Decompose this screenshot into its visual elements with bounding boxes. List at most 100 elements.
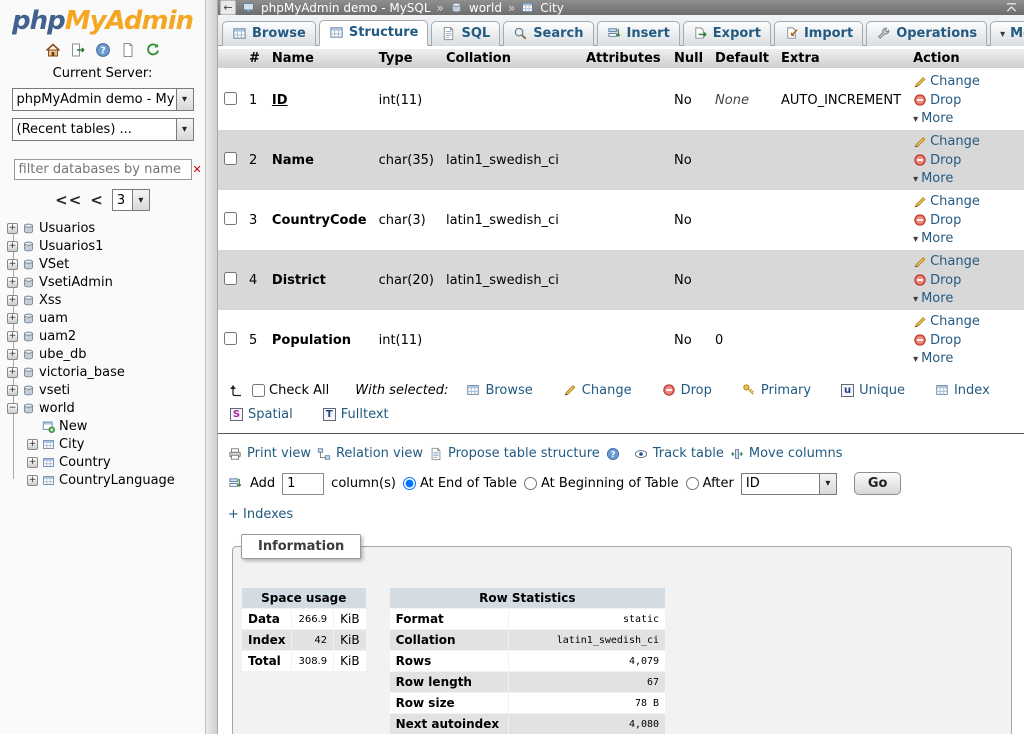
server-select[interactable]: phpMyAdmin demo - My xyxy=(12,88,194,111)
sidebar-table-country[interactable]: Country xyxy=(0,453,205,471)
expand-icon[interactable] xyxy=(7,295,18,306)
go-button[interactable]: Go xyxy=(854,472,902,495)
radio-at-beginning[interactable]: At Beginning of Table xyxy=(524,476,679,491)
sidebar-db-usuarios[interactable]: Usuarios xyxy=(0,219,205,237)
help-icon[interactable] xyxy=(606,447,620,461)
drop-link[interactable]: Drop xyxy=(913,333,961,348)
back-icon[interactable] xyxy=(220,0,236,15)
sidebar-db-uam[interactable]: uam xyxy=(0,309,205,327)
sidebar-table-city[interactable]: City xyxy=(0,435,205,453)
drop-link[interactable]: Drop xyxy=(913,213,961,228)
after-radio[interactable] xyxy=(686,477,699,490)
sidebar-db-world[interactable]: world xyxy=(0,399,205,417)
logout-icon[interactable] xyxy=(70,42,86,58)
tab-insert[interactable]: Insert xyxy=(597,21,680,46)
after-column-select[interactable]: ID xyxy=(741,473,837,495)
selected-browse-button[interactable]: Browse xyxy=(466,383,532,398)
sidebar-table-countrylanguage[interactable]: CountryLanguage xyxy=(0,471,205,489)
tab-sql[interactable]: SQL xyxy=(431,21,500,46)
indexes-toggle-link[interactable]: + Indexes xyxy=(228,507,1024,522)
row-checkbox[interactable] xyxy=(224,332,237,345)
print-view-link[interactable]: Print view xyxy=(228,446,311,461)
change-link[interactable]: Change xyxy=(913,314,980,329)
more-link[interactable]: More xyxy=(913,291,953,306)
sidebar-db-uam2[interactable]: uam2 xyxy=(0,327,205,345)
expand-icon[interactable] xyxy=(7,349,18,360)
sidebar-table-new[interactable]: New xyxy=(0,417,205,435)
breadcrumb-server[interactable]: phpMyAdmin demo - MySQL xyxy=(261,1,431,15)
relation-view-link[interactable]: Relation view xyxy=(317,446,423,461)
radio-after[interactable]: After xyxy=(686,476,734,491)
sidebar-db-ube_db[interactable]: ube_db xyxy=(0,345,205,363)
more-link[interactable]: More xyxy=(913,111,953,126)
sidebar-db-xss[interactable]: Xss xyxy=(0,291,205,309)
help-icon[interactable] xyxy=(95,42,111,58)
change-link[interactable]: Change xyxy=(913,254,980,269)
more-link[interactable]: More xyxy=(913,171,953,186)
sidebar-db-vsetiadmin[interactable]: VsetiAdmin xyxy=(0,273,205,291)
check-all[interactable]: Check All xyxy=(252,383,329,398)
tab-import[interactable]: Import xyxy=(774,21,863,46)
row-checkbox[interactable] xyxy=(224,272,237,285)
tab-browse[interactable]: Browse xyxy=(222,21,316,46)
column-count-input[interactable] xyxy=(282,473,324,495)
selected-spatial-button[interactable]: SSpatial xyxy=(230,407,293,422)
tab-search[interactable]: Search xyxy=(503,21,593,46)
sidebar-db-usuarios1[interactable]: Usuarios1 xyxy=(0,237,205,255)
recent-tables-select[interactable]: (Recent tables) ... xyxy=(12,118,194,141)
selected-change-button[interactable]: Change xyxy=(563,383,632,398)
at-end-radio[interactable] xyxy=(403,477,416,490)
selected-fulltext-button[interactable]: TFulltext xyxy=(323,407,389,422)
more-link[interactable]: More xyxy=(913,351,953,366)
at-beginning-radio[interactable] xyxy=(524,477,537,490)
row-checkbox[interactable] xyxy=(224,212,237,225)
sidebar-db-vseti[interactable]: vseti xyxy=(0,381,205,399)
docs-icon[interactable] xyxy=(120,42,136,58)
breadcrumb-table[interactable]: City xyxy=(540,1,564,15)
sidebar-db-vset[interactable]: VSet xyxy=(0,255,205,273)
expand-icon[interactable] xyxy=(27,475,38,486)
page-first-link[interactable]: << xyxy=(55,191,82,209)
selected-primary-button[interactable]: Primary xyxy=(742,383,811,398)
page-select[interactable]: 3 xyxy=(112,189,150,211)
change-link[interactable]: Change xyxy=(913,194,980,209)
expand-icon[interactable] xyxy=(27,457,38,468)
sidebar-splitter[interactable] xyxy=(205,0,218,734)
expand-icon[interactable] xyxy=(7,331,18,342)
tab-more[interactable]: More xyxy=(990,21,1024,46)
database-filter-input[interactable] xyxy=(15,162,193,177)
expand-icon[interactable] xyxy=(7,385,18,396)
tab-operations[interactable]: Operations xyxy=(866,21,987,46)
expand-icon[interactable] xyxy=(7,241,18,252)
expand-icon[interactable] xyxy=(27,439,38,450)
change-link[interactable]: Change xyxy=(913,74,980,89)
drop-link[interactable]: Drop xyxy=(913,273,961,288)
expand-icon[interactable] xyxy=(7,223,18,234)
drop-link[interactable]: Drop xyxy=(913,93,961,108)
collapse-icon[interactable] xyxy=(7,403,18,414)
move-columns-link[interactable]: Move columns xyxy=(730,446,843,461)
sidebar-db-victoria_base[interactable]: victoria_base xyxy=(0,363,205,381)
collapse-panel-icon[interactable] xyxy=(1005,1,1018,14)
propose-structure-link[interactable]: Propose table structure xyxy=(429,446,600,461)
selected-drop-button[interactable]: Drop xyxy=(662,383,712,398)
tab-structure[interactable]: Structure xyxy=(319,20,429,46)
row-checkbox[interactable] xyxy=(224,92,237,105)
phpmyadmin-logo[interactable]: phpMyAdmin xyxy=(0,6,205,36)
drop-link[interactable]: Drop xyxy=(913,153,961,168)
track-table-link[interactable]: Track table xyxy=(634,446,724,461)
row-checkbox[interactable] xyxy=(224,152,237,165)
expand-icon[interactable] xyxy=(7,259,18,270)
selected-index-button[interactable]: Index xyxy=(935,383,990,398)
expand-icon[interactable] xyxy=(7,367,18,378)
radio-at-end[interactable]: At End of Table xyxy=(403,476,517,491)
breadcrumb-database[interactable]: world xyxy=(469,1,502,15)
more-link[interactable]: More xyxy=(913,231,953,246)
change-link[interactable]: Change xyxy=(913,134,980,149)
selected-unique-button[interactable]: uUnique xyxy=(841,383,905,398)
page-prev-link[interactable]: < xyxy=(90,191,104,209)
tab-export[interactable]: Export xyxy=(683,21,771,46)
expand-icon[interactable] xyxy=(7,313,18,324)
check-all-checkbox[interactable] xyxy=(252,384,265,397)
clear-filter-icon[interactable] xyxy=(193,162,206,177)
